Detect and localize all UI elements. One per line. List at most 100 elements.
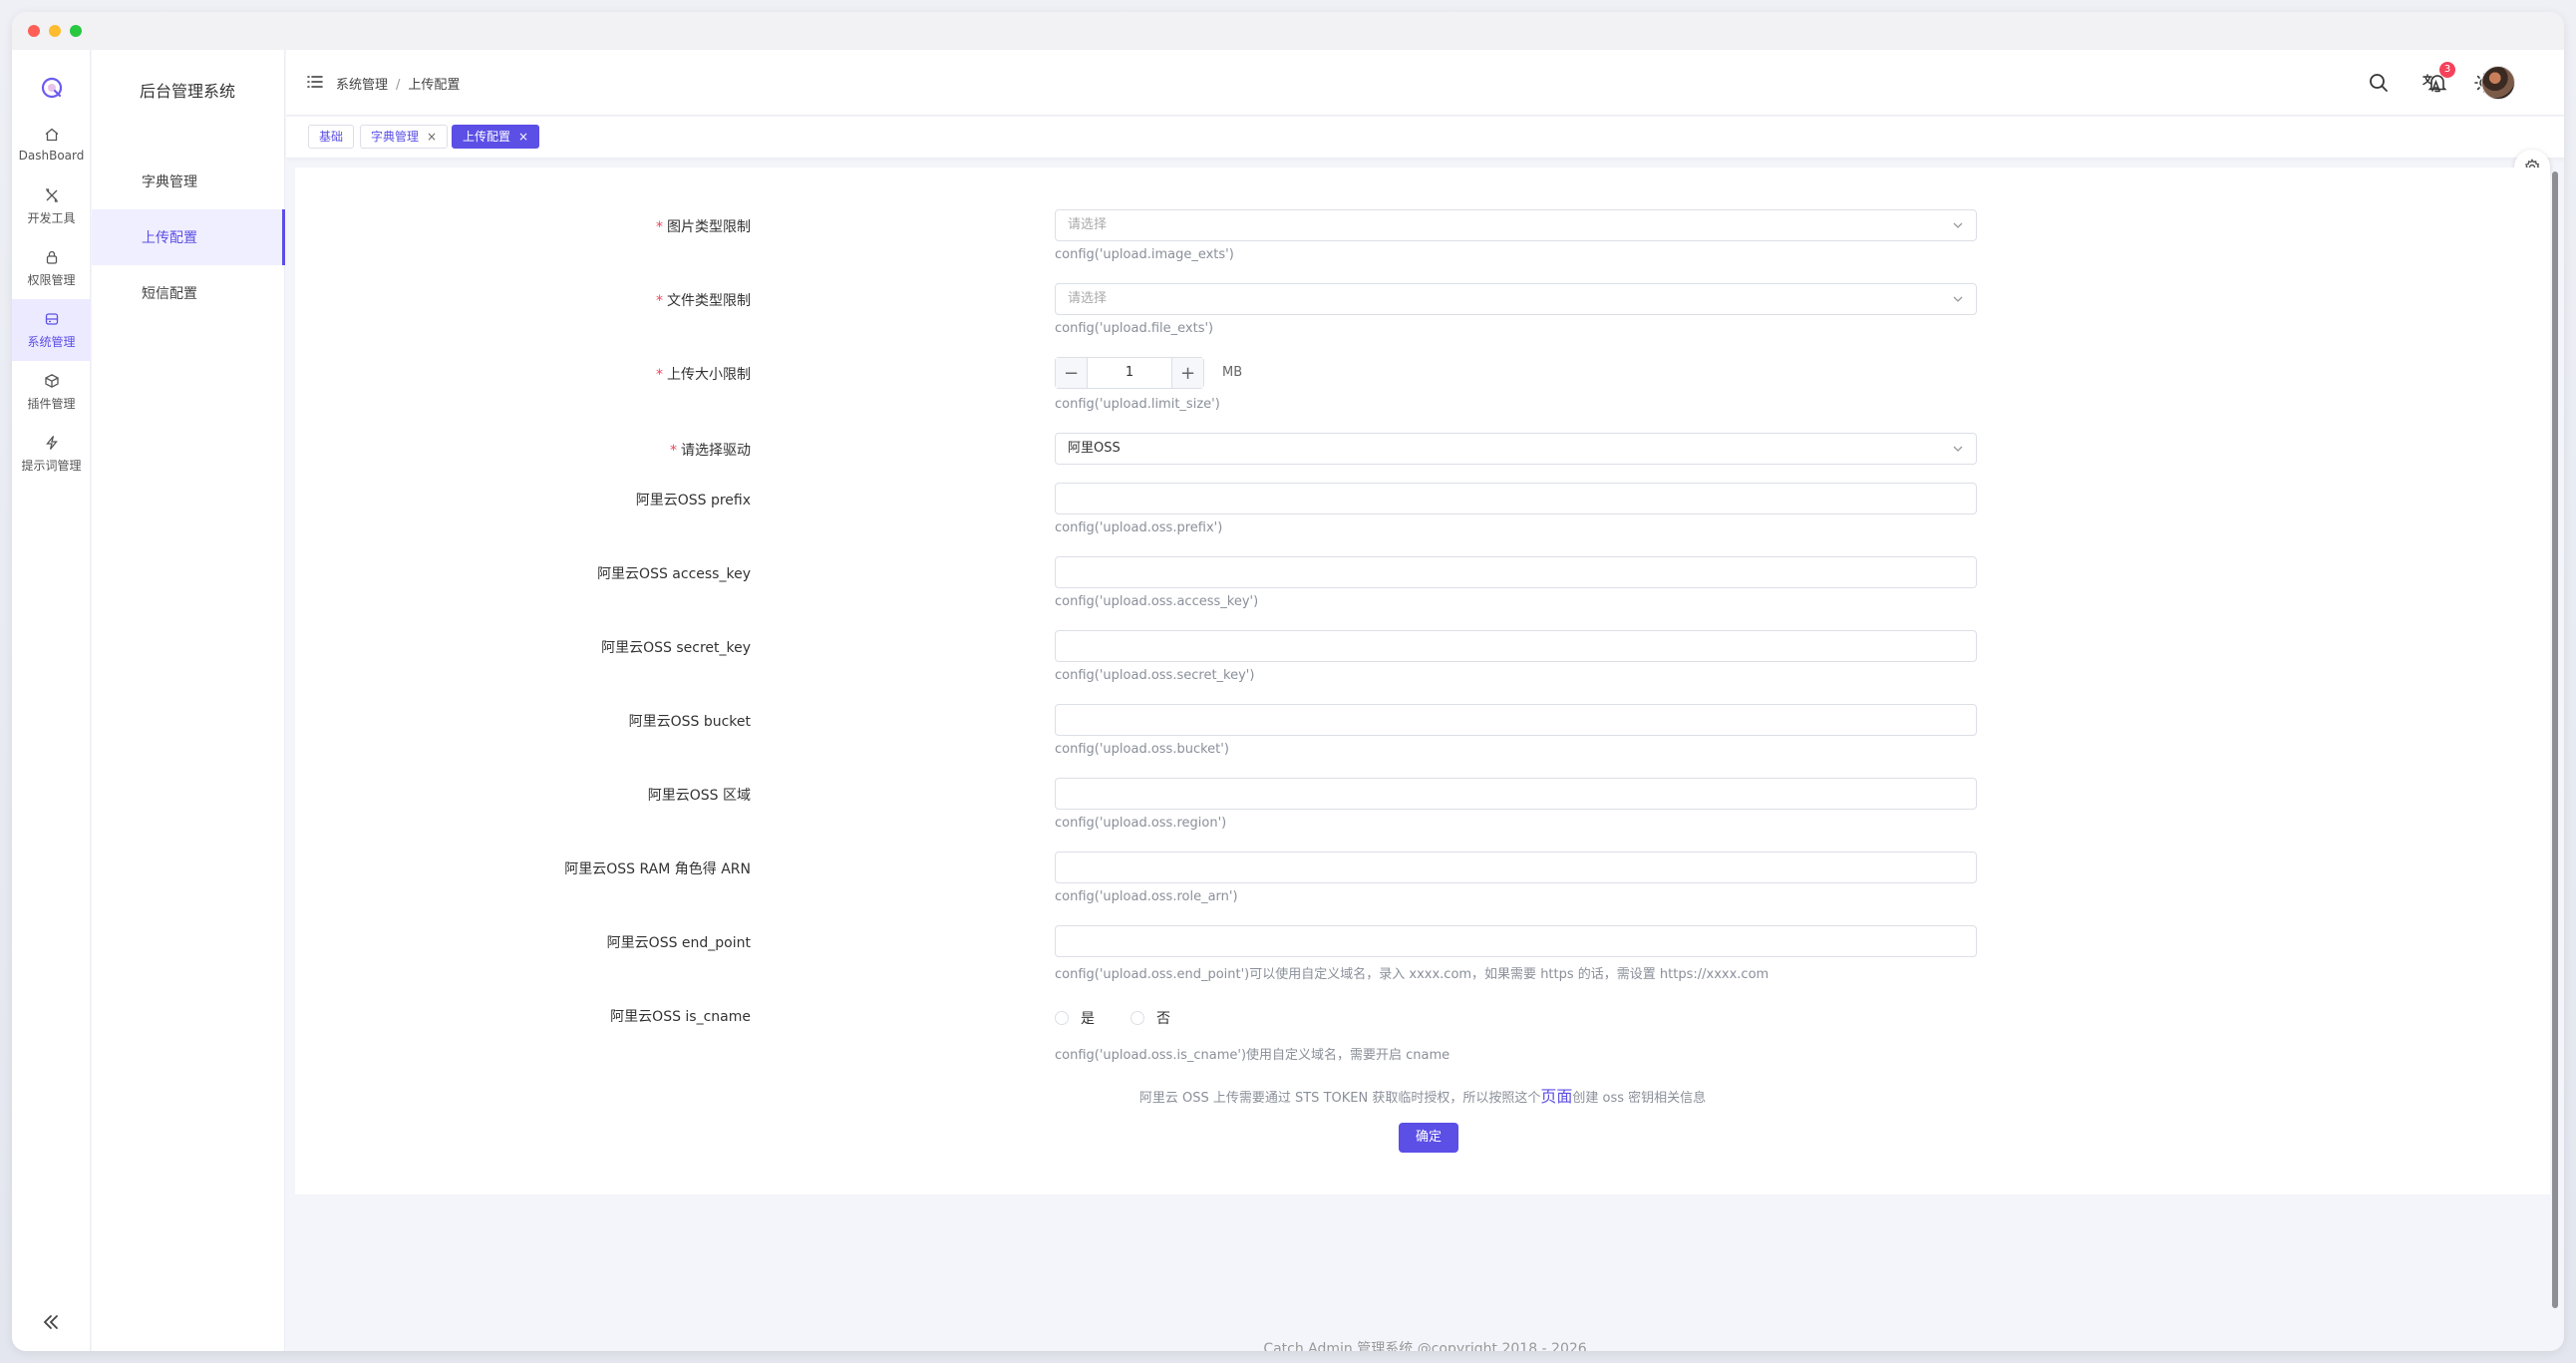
tab-basic[interactable]: 基础 [308,125,355,149]
input-oss-prefix[interactable] [1055,483,1977,514]
radio-cname-yes[interactable]: 是 [1055,1008,1095,1028]
select-file-exts[interactable]: 请选择 [1055,283,1977,315]
breadcrumb: 系统管理 / 上传配置 [336,74,460,93]
label-image-exts: * 图片类型限制 [656,216,751,236]
label-oss-is-cname: 阿里云OSS is_cname [610,1009,751,1025]
collapse-sidebar-icon[interactable] [40,1311,62,1333]
hint-oss-region: config('upload.oss.region') [1055,816,1227,831]
breadcrumb-item[interactable]: 系统管理 [336,78,388,93]
tab-dictionary[interactable]: 字典管理 × [360,125,449,149]
label-oss-end-point: 阿里云OSS end_point [606,935,751,951]
scrollbar[interactable] [2550,158,2560,1324]
chevron-down-icon [1953,446,1963,452]
tools-icon [45,187,58,202]
hint-oss-bucket: config('upload.oss.bucket') [1055,742,1229,757]
select-driver[interactable]: 阿里OSS [1055,433,1977,465]
hint-oss-is-cname: config('upload.oss.is_cname')使用自定义域名，需要开… [1055,1048,1450,1063]
label-oss-role-arn: 阿里云OSS RAM 角色得 ARN [564,861,751,877]
notice-link[interactable]: 页面 [1540,1087,1572,1106]
hint-oss-secret-key: config('upload.oss.secret_key') [1055,668,1255,683]
tab-upload-config[interactable]: 上传配置 × [452,125,540,149]
tabs-bar: 基础 字典管理 × 上传配置 × [286,117,2564,159]
input-oss-region[interactable] [1055,778,1977,810]
breadcrumb-item-current: 上传配置 [408,78,461,93]
hint-oss-role-arn: config('upload.oss.role_arn') [1055,889,1238,904]
select-image-exts[interactable]: 请选择 [1055,209,1977,241]
label-limit-size: * 上传大小限制 [656,364,751,384]
select-value: 阿里OSS [1068,441,1121,456]
app-title: 后台管理系统 [140,82,236,101]
notice-text: 阿里云 OSS 上传需要通过 STS TOKEN 获取临时授权，所以按照这个 [1138,1091,1541,1106]
avatar[interactable] [2481,66,2515,100]
rail-item-prompts[interactable]: 提示词管理 [12,423,91,485]
limit-size-value[interactable]: 1 [1088,358,1171,388]
submenu-panel: 后台管理系统 字典管理 上传配置 短信配置 [92,50,285,1351]
tab-label: 基础 [319,130,344,144]
label-file-exts: * 文件类型限制 [656,290,751,310]
rail-item-label: DashBoard [18,149,85,163]
submenu-item-upload-config[interactable]: 上传配置 [92,209,285,265]
tab-label: 字典管理 [371,130,420,144]
label-text: 请选择驱动 [681,443,751,459]
limit-size-stepper: − 1 + [1055,357,1204,389]
hint-limit-size: config('upload.limit_size') [1055,397,1220,412]
close-icon[interactable]: × [427,130,437,144]
submenu-item-dictionary[interactable]: 字典管理 [92,154,285,209]
icon-rail: DashBoard 开发工具 权限管理 系统管理 插件管理 提示词管理 [12,50,91,1351]
sts-notice: 阿里云 OSS 上传需要通过 STS TOKEN 获取临时授权，所以按照这个页面… [295,1083,2550,1107]
rail-item-permissions[interactable]: 权限管理 [12,237,91,299]
top-header: 系统管理 / 上传配置 3 [286,50,2564,116]
label-oss-region: 阿里云OSS 区域 [647,788,751,804]
submit-button[interactable]: 确定 [1399,1123,1458,1153]
scrollbar-thumb[interactable] [2552,171,2558,1308]
label-text: 图片类型限制 [667,219,751,235]
lock-icon [46,250,57,264]
search-icon[interactable] [2368,72,2390,94]
radio-circle [1130,1011,1144,1025]
submenu-item-sms-config[interactable]: 短信配置 [92,265,285,321]
close-window-button[interactable] [28,25,40,37]
required-mark: * [656,293,663,309]
rail-item-devtools[interactable]: 开发工具 [12,175,91,237]
radio-label: 是 [1081,1011,1095,1027]
hint-file-exts: config('upload.file_exts') [1055,321,1214,336]
home-icon [45,128,58,142]
label-text: 上传大小限制 [667,367,751,383]
upload-config-form: * 图片类型限制 请选择 config('upload.image_exts') … [295,168,2550,1194]
hint-oss-prefix: config('upload.oss.prefix') [1055,520,1223,535]
label-oss-prefix: 阿里云OSS prefix [635,493,751,509]
rail-item-label: 权限管理 [27,272,76,287]
rail-item-plugins[interactable]: 插件管理 [12,361,91,423]
rail-item-label: 开发工具 [27,210,76,225]
decrement-button[interactable]: − [1056,358,1088,388]
rail-item-label: 系统管理 [27,334,76,349]
minimize-window-button[interactable] [49,25,61,37]
rail-item-system[interactable]: 系统管理 [12,299,91,361]
logo-icon [41,77,63,99]
limit-size-unit: MB [1222,365,1243,380]
menu-toggle-icon[interactable] [306,73,324,91]
label-text: 文件类型限制 [667,293,751,309]
input-oss-secret-key[interactable] [1055,630,1977,662]
label-oss-secret-key: 阿里云OSS secret_key [601,640,751,656]
footer: Catch Admin 管理系统 @copyright 2018 - 2026 [1263,1341,1587,1351]
tab-label: 上传配置 [463,130,511,144]
cube-icon [44,373,59,388]
close-icon[interactable]: × [518,130,528,144]
radio-label: 否 [1156,1011,1170,1027]
input-oss-bucket[interactable] [1055,704,1977,736]
breadcrumb-separator: / [396,78,401,93]
titlebar [12,12,2564,50]
input-oss-role-arn[interactable] [1055,852,1977,883]
input-oss-access-key[interactable] [1055,556,1977,588]
bolt-icon [45,435,58,450]
rail-item-dashboard[interactable]: DashBoard [12,114,91,175]
increment-button[interactable]: + [1171,358,1203,388]
rail-item-label: 插件管理 [27,396,76,411]
hint-oss-end-point: config('upload.oss.end_point')可以使用自定义域名，… [1055,967,1770,982]
input-oss-end-point[interactable] [1055,925,1977,957]
hint-image-exts: config('upload.image_exts') [1055,247,1234,262]
required-mark: * [656,219,663,235]
radio-cname-no[interactable]: 否 [1130,1008,1170,1028]
maximize-window-button[interactable] [70,25,82,37]
